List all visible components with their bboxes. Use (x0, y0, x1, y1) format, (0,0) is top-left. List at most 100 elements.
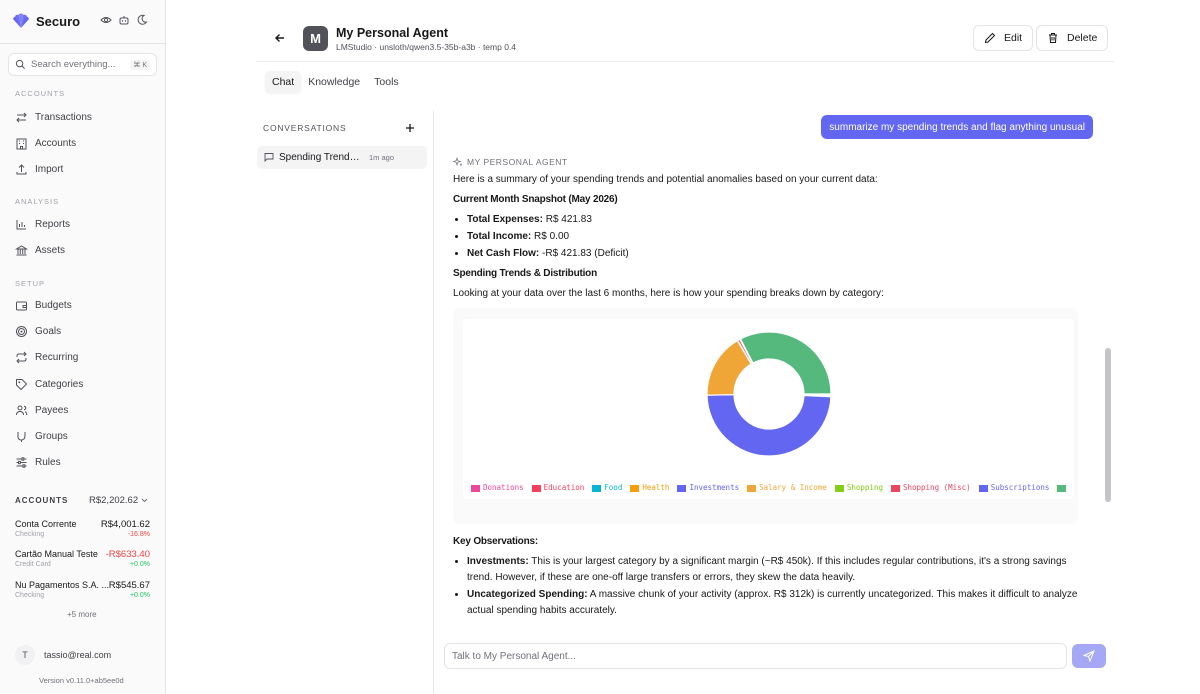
sidebar-item-rules[interactable]: Rules (15, 454, 61, 470)
snapshot-list: Total Expenses: R$ 421.83 Total Income: … (467, 212, 1093, 262)
donut-chart (706, 331, 832, 457)
search-shortcut: ⌘ K (130, 59, 150, 70)
sidebar-item-label: Budgets (35, 299, 72, 311)
assistant-label: MY PERSONAL AGENT (453, 157, 568, 167)
eye-icon[interactable] (100, 14, 112, 26)
list-item-value: R$ 421.83 (545, 214, 592, 225)
upload-icon (16, 163, 27, 174)
sidebar-item-budgets[interactable]: Budgets (15, 297, 72, 313)
plus-icon[interactable] (405, 123, 415, 133)
sidebar-item-transactions[interactable]: Transactions (15, 109, 92, 125)
repeat-icon (16, 351, 27, 363)
account-row[interactable]: Nu Pagamentos S.A. ... Checking R$545.67… (15, 580, 150, 602)
users-icon (16, 405, 28, 415)
back-arrow-icon[interactable] (273, 31, 287, 45)
donut-slice-uncategorized[interactable] (739, 331, 832, 395)
sidebar-item-assets[interactable]: Assets (15, 242, 65, 258)
list-item-label: Investments: (467, 556, 529, 567)
chevron-down-icon[interactable] (140, 496, 149, 505)
sidebar-item-goals[interactable]: Goals (15, 323, 61, 339)
account-change: -16.8% (127, 531, 150, 538)
sidebar-item-recurring[interactable]: Recurring (15, 349, 78, 365)
conversations-header: CONVERSATIONS (263, 123, 347, 133)
accounts-total: R$2,202.62 (89, 495, 139, 506)
legend-swatch (1057, 484, 1067, 492)
legend-label: Shopping (Misc) (902, 483, 971, 492)
sidebar: Securo Search everything... ⌘ K ACCOUNTS… (0, 0, 166, 694)
sidebar-item-label: Accounts (35, 137, 77, 149)
brand[interactable]: Securo (12, 12, 80, 30)
tag-icon (16, 378, 28, 390)
account-type: Checking (15, 531, 45, 538)
account-name: Nu Pagamentos S.A. ... (15, 580, 110, 590)
sidebar-item-label: Recurring (35, 351, 79, 363)
legend-item[interactable]: Investments (677, 480, 739, 496)
assistant-name: MY PERSONAL AGENT (467, 157, 568, 167)
tab-knowledge[interactable]: Knowledge (301, 71, 367, 93)
shell-logo-icon (13, 13, 29, 28)
edit-button[interactable]: Edit (973, 25, 1034, 51)
account-row[interactable]: Cartão Manual Teste Credit Card -R$633.4… (15, 549, 150, 571)
legend-item[interactable]: Salary & Income (747, 480, 827, 496)
account-balance: -R$633.40 (105, 549, 150, 560)
sidebar-item-label: Groups (35, 430, 68, 442)
list-item-label: Uncategorized Spending: (467, 589, 588, 600)
sidebar-item-payees[interactable]: Payees (15, 402, 68, 418)
sidebar-item-label: Goals (35, 325, 62, 337)
conversation-item[interactable]: Spending Trends & Ano... 1m ago (257, 146, 427, 169)
account-balance: R$545.67 (108, 580, 150, 591)
legend-item[interactable]: Subscriptions (978, 480, 1049, 496)
observations-list: Investments: This is your largest catego… (467, 554, 1093, 619)
message-intro: Here is a summary of your spending trend… (453, 174, 878, 185)
user-menu[interactable]: T tassio@real.com (15, 645, 111, 665)
account-row[interactable]: Conta Corrente Checking R$4,001.62 -16.8… (15, 519, 150, 541)
sidebar-item-accounts[interactable]: Accounts (15, 135, 76, 151)
account-name: Cartão Manual Teste (15, 549, 98, 559)
user-email: tassio@real.com (44, 650, 112, 660)
list-item: Investments: This is your largest catego… (467, 554, 1093, 586)
chart-legend: Donations Education Food Health Investments S… (471, 480, 1074, 498)
legend-item[interactable]: Donations (471, 480, 524, 496)
bot-icon[interactable] (118, 14, 130, 26)
legend-label: Donations (483, 483, 524, 492)
send-button[interactable] (1072, 644, 1106, 668)
list-item-label: Total Income: (467, 231, 532, 242)
tab-chat[interactable]: Chat (265, 71, 302, 93)
donut-slice-investments[interactable] (706, 394, 832, 457)
accounts-panel-label: ACCOUNTS (15, 496, 69, 505)
building-icon (16, 138, 27, 149)
legend-label: Health (642, 483, 670, 492)
arrows-swap-icon (16, 112, 27, 122)
legend-item[interactable]: Education (531, 480, 584, 496)
list-item: Total Income: R$ 0.00 (467, 229, 1093, 245)
app-name: Securo (36, 13, 81, 29)
conversation-title: Spending Trends & Ano... (279, 152, 364, 163)
moon-icon[interactable] (136, 14, 148, 26)
legend-item[interactable]: Shopping (834, 480, 883, 496)
list-item-label: Net Cash Flow: (467, 248, 540, 259)
legend-item[interactable]: Food (592, 480, 622, 496)
list-item: Net Cash Flow: -R$ 421.83 (Deficit) (467, 246, 1093, 262)
message-input-placeholder: Talk to My Personal Agent... (452, 650, 576, 662)
sidebar-item-groups[interactable]: Groups (15, 428, 68, 444)
sliders-icon (16, 456, 27, 468)
search-icon (15, 59, 25, 69)
user-message: summarize my spending trends and flag an… (821, 115, 1093, 139)
sidebar-item-reports[interactable]: Reports (15, 216, 70, 232)
list-item-value: R$ 0.00 (534, 231, 570, 242)
legend-item[interactable]: Health (630, 480, 669, 496)
legend-item[interactable] (1057, 484, 1069, 492)
more-accounts-link[interactable]: +5 more (67, 610, 97, 619)
send-icon (1083, 650, 1095, 662)
legend-item[interactable]: Shopping (Misc) (890, 480, 971, 496)
sidebar-item-import[interactable]: Import (15, 161, 63, 177)
search-input[interactable]: Search everything... ⌘ K (8, 53, 157, 76)
legend-label: Salary & Income (759, 483, 827, 492)
message-input[interactable]: Talk to My Personal Agent... (444, 643, 1067, 669)
sidebar-item-categories[interactable]: Categories (15, 376, 83, 392)
chat-scrollbar[interactable] (1105, 348, 1111, 502)
tab-bar: Chat Knowledge Tools (265, 71, 406, 93)
landmark-icon (15, 244, 28, 255)
delete-button[interactable]: Delete (1036, 25, 1109, 51)
tab-tools[interactable]: Tools (367, 71, 406, 93)
